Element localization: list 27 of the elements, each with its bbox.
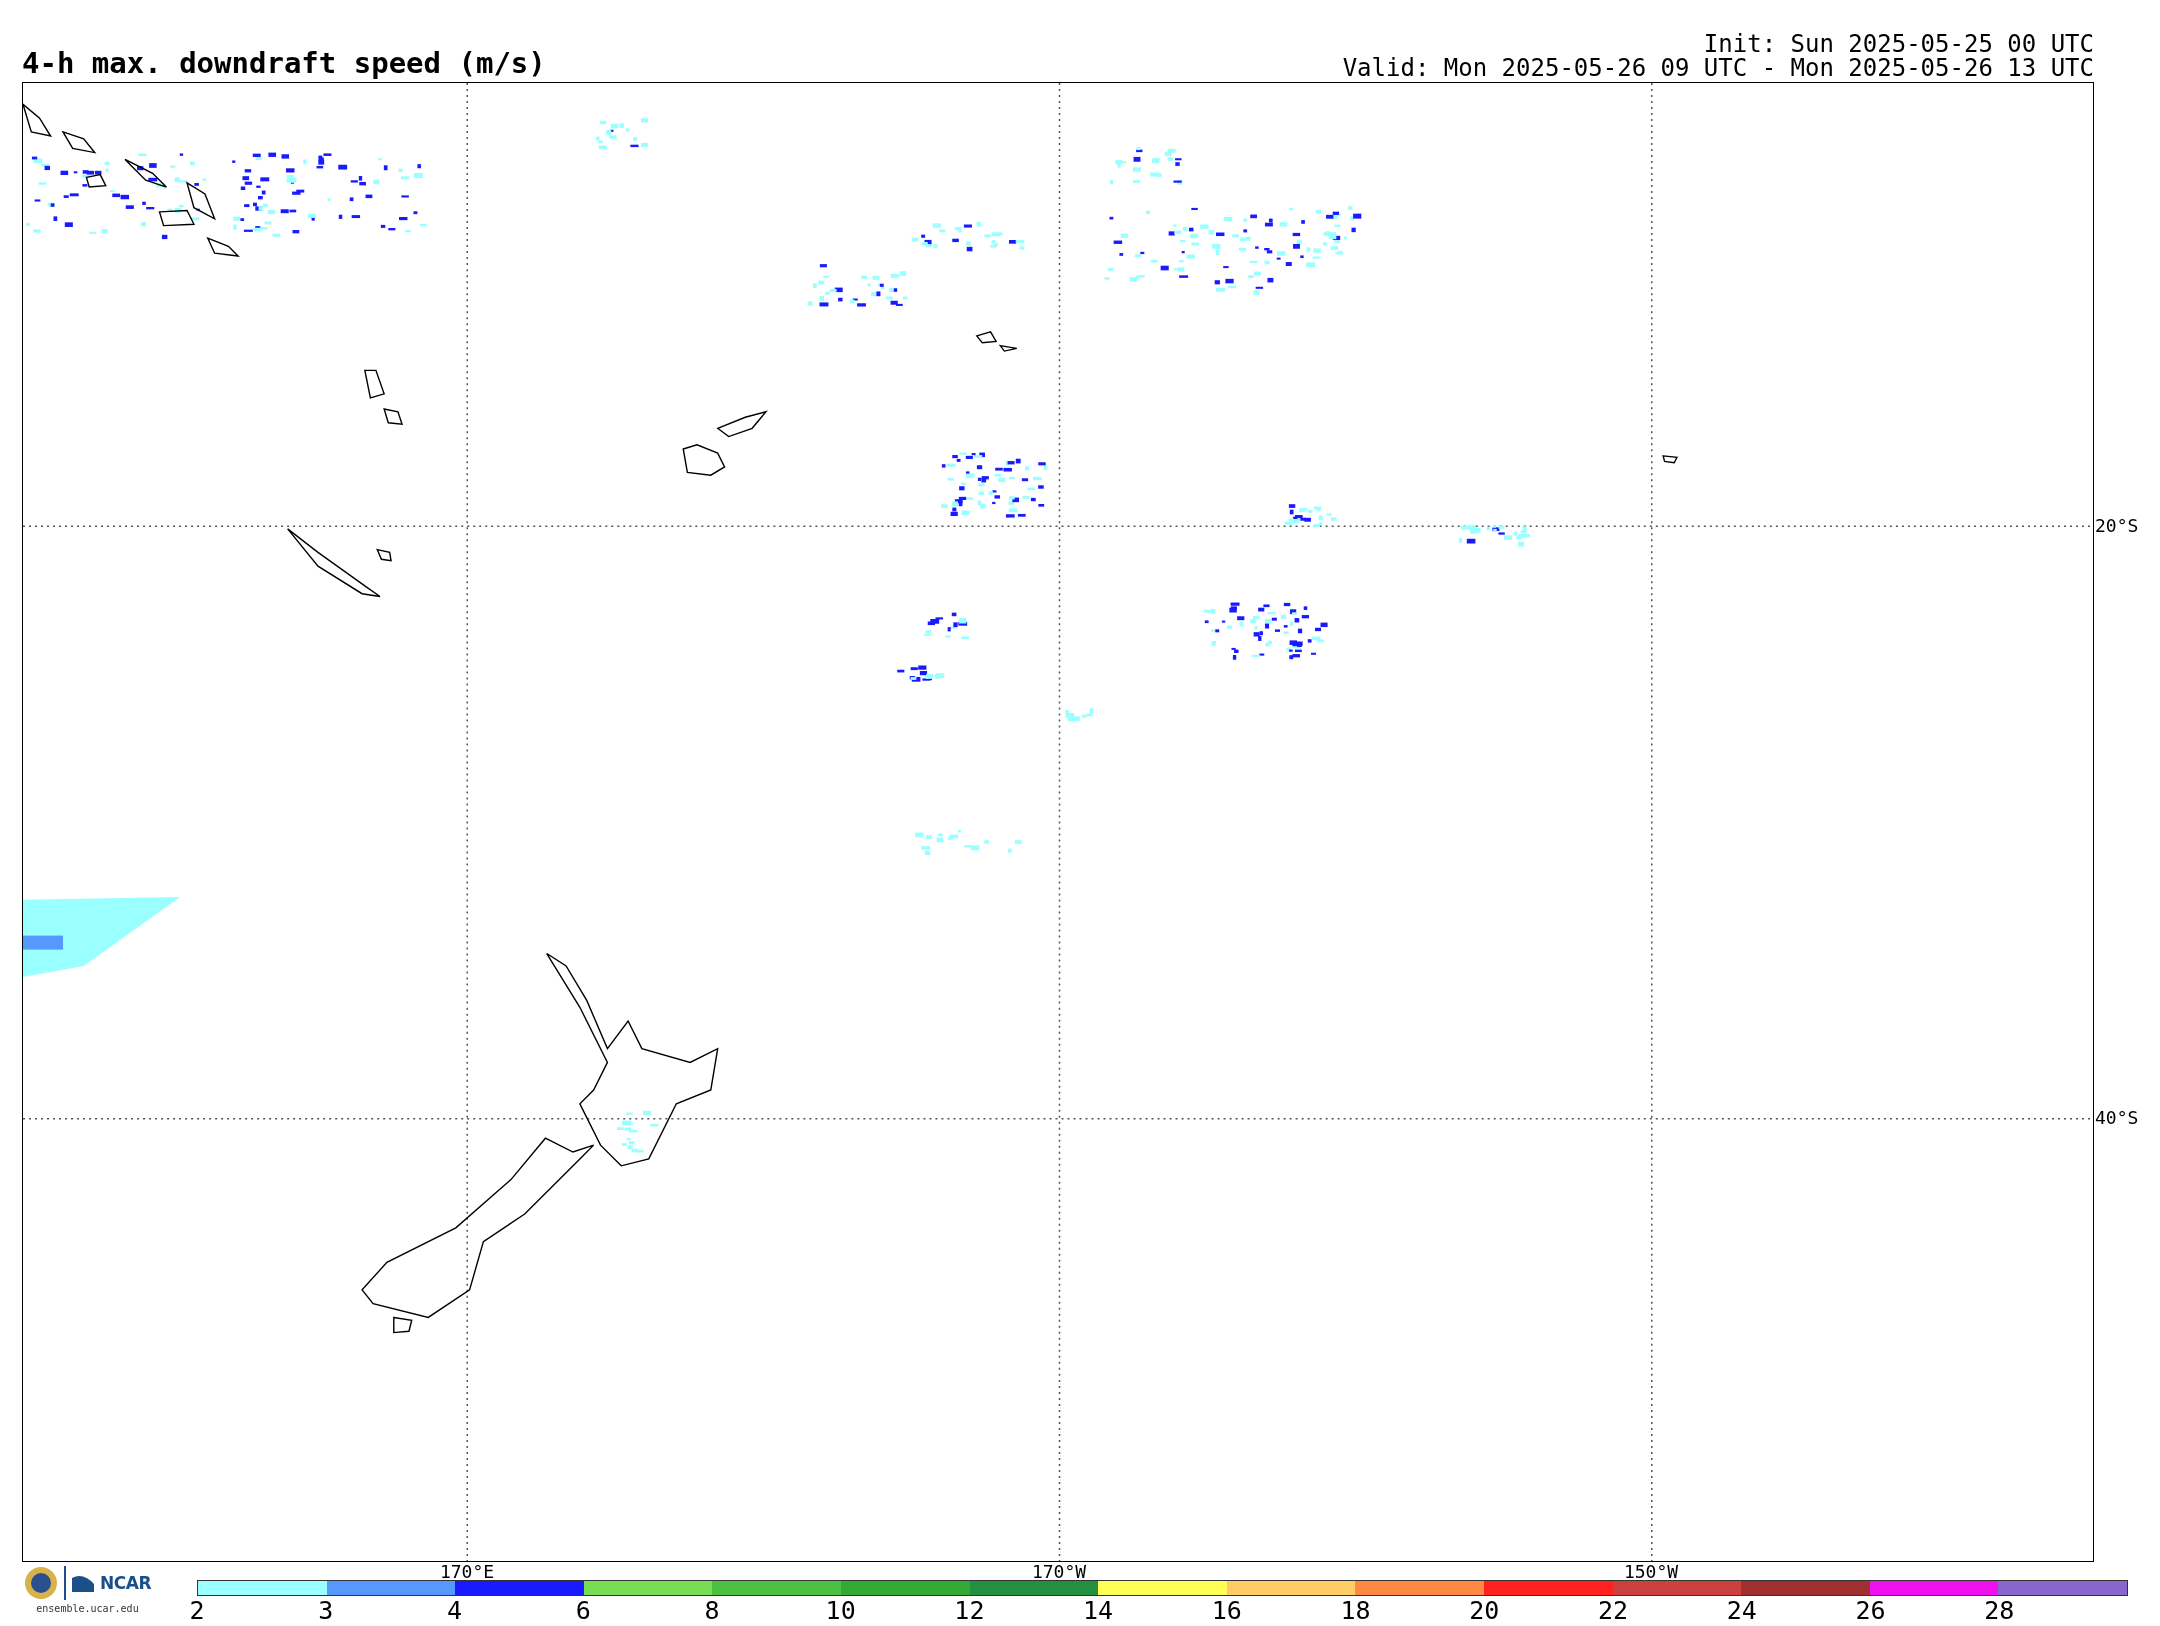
- seal-logo-icon: [24, 1566, 58, 1600]
- colorbar-tick-label: 6: [575, 1596, 591, 1626]
- colorbar-tick-label: 14: [1083, 1596, 1114, 1626]
- latitude-label: 40°S: [2095, 1108, 2139, 1128]
- valid-time: Valid: Mon 2025-05-26 09 UTC - Mon 2025-05-26 13 UTC: [1342, 56, 2094, 80]
- init-time: Init: Sun 2025-05-25 00 UTC: [1703, 32, 2094, 56]
- ncar-logo-icon: [72, 1574, 94, 1592]
- longitude-label: 150°W: [1623, 1562, 1679, 1582]
- colorbar-tick-label: 8: [704, 1596, 720, 1626]
- colorbar-tick-label: 18: [1340, 1596, 1371, 1626]
- colorbar-tick-label: 10: [825, 1596, 856, 1626]
- ncar-logo-text: NCAR: [100, 1573, 151, 1593]
- website-url: ensemble.ucar.edu: [36, 1603, 139, 1614]
- colorbar-tick-label: 4: [446, 1596, 462, 1626]
- latitude-label: 20°S: [2095, 516, 2139, 536]
- longitude-label: 170°E: [439, 1562, 495, 1582]
- colorbar-tick-label: 22: [1598, 1596, 1629, 1626]
- chart-title: 4-h max. downdraft speed (m/s): [22, 46, 546, 80]
- colorbar-tick-label: 20: [1469, 1596, 1500, 1626]
- colorbar-tick-label: 3: [318, 1596, 334, 1626]
- colorbar-tick-label: 24: [1726, 1596, 1757, 1626]
- colorbar-tick-label: 2: [189, 1596, 205, 1626]
- colorbar-tick-label: 16: [1211, 1596, 1242, 1626]
- longitude-label: 170°W: [1031, 1562, 1087, 1582]
- colorbar-tick-label: 12: [954, 1596, 985, 1626]
- colorbar-tick-label: 26: [1855, 1596, 1886, 1626]
- colorbar-tick-label: 28: [1984, 1596, 2015, 1626]
